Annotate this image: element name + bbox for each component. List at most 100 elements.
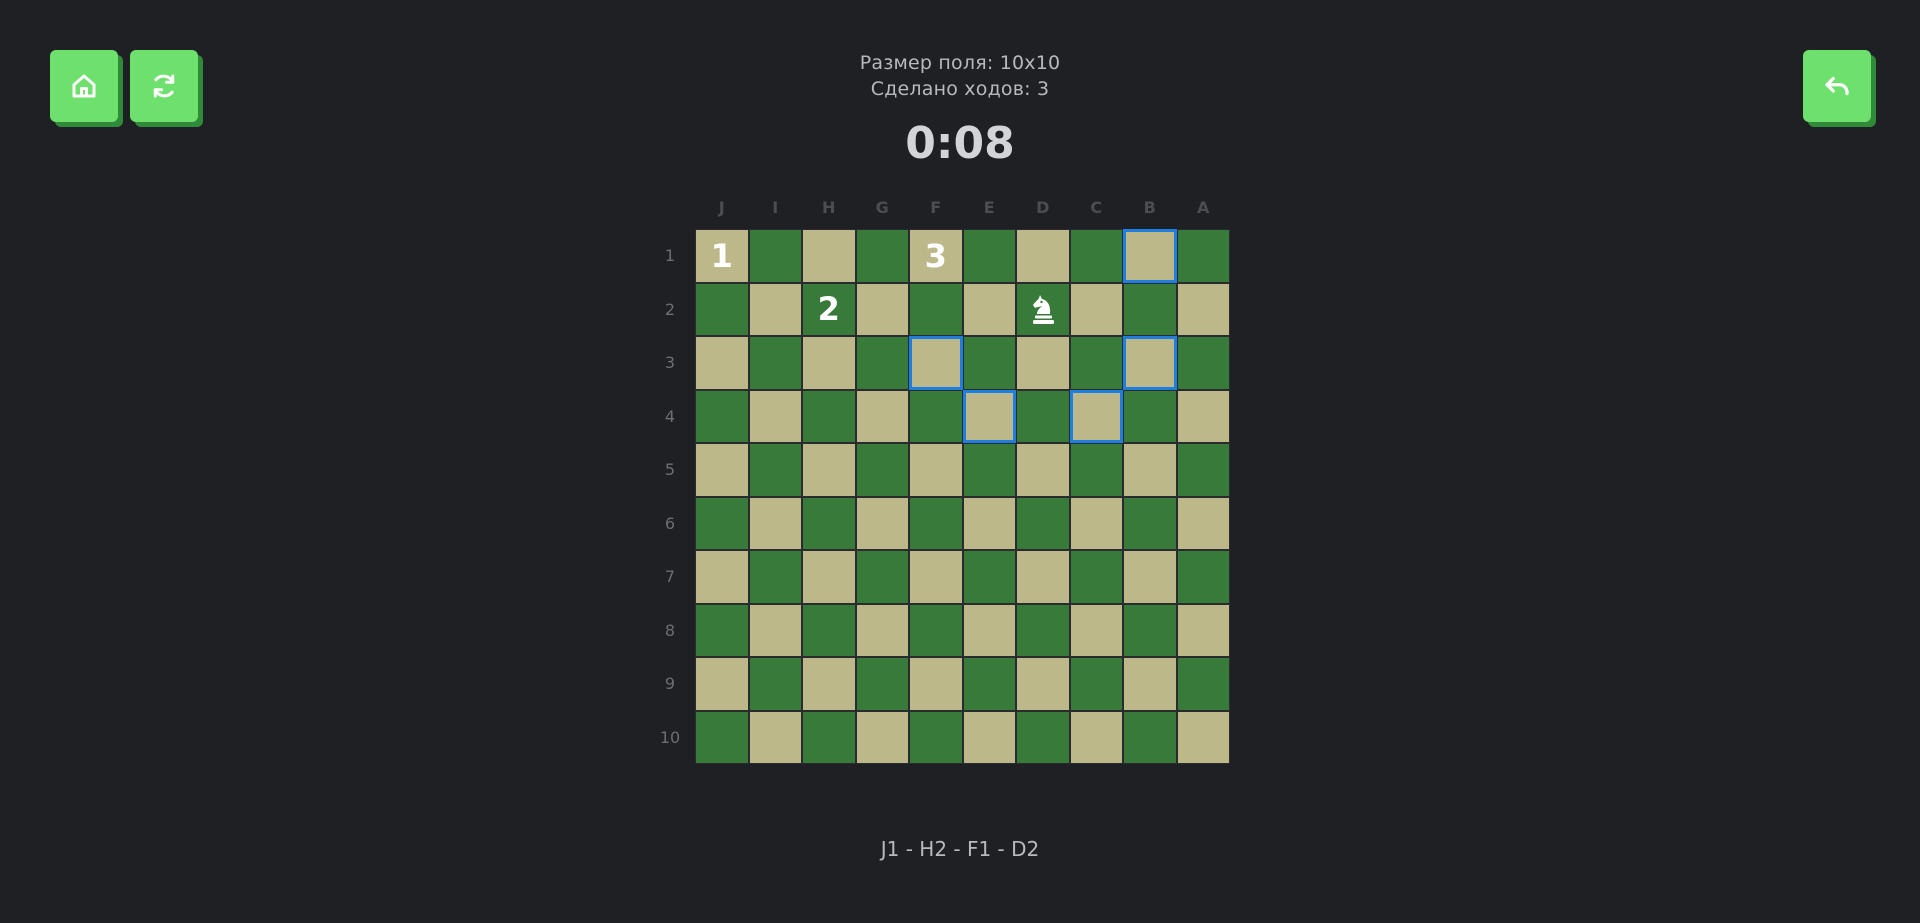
- board-cell-i8[interactable]: [748, 603, 802, 657]
- board-cell-g7[interactable]: [855, 550, 909, 604]
- board-cell-a3[interactable]: [1176, 336, 1230, 390]
- board-cell-f1[interactable]: 3: [909, 229, 963, 283]
- board-cell-a9[interactable]: [1176, 657, 1230, 711]
- board-cell-g1[interactable]: [855, 229, 909, 283]
- board-cell-j7[interactable]: [695, 550, 749, 604]
- board-cell-d1[interactable]: [1016, 229, 1070, 283]
- board-cell-b7[interactable]: [1123, 550, 1177, 604]
- board-cell-b9[interactable]: [1123, 657, 1177, 711]
- board-cell-c9[interactable]: [1069, 657, 1123, 711]
- board-cell-g2[interactable]: [855, 282, 909, 336]
- board-cell-d3[interactable]: [1016, 336, 1070, 390]
- board-cell-f3-available[interactable]: [909, 336, 963, 390]
- board-cell-d7[interactable]: [1016, 550, 1070, 604]
- board-cell-e5[interactable]: [962, 443, 1016, 497]
- board-cell-b8[interactable]: [1123, 603, 1177, 657]
- board-cell-d6[interactable]: [1016, 496, 1070, 550]
- board-cell-j3[interactable]: [695, 336, 749, 390]
- board-cell-h1[interactable]: [802, 229, 856, 283]
- board-cell-i3[interactable]: [748, 336, 802, 390]
- board-cell-g10[interactable]: [855, 710, 909, 764]
- board-cell-a1[interactable]: [1176, 229, 1230, 283]
- board-cell-c3[interactable]: [1069, 336, 1123, 390]
- board-cell-i7[interactable]: [748, 550, 802, 604]
- board-cell-a5[interactable]: [1176, 443, 1230, 497]
- board-cell-d10[interactable]: [1016, 710, 1070, 764]
- board-cell-b10[interactable]: [1123, 710, 1177, 764]
- board-cell-e10[interactable]: [962, 710, 1016, 764]
- board-cell-d8[interactable]: [1016, 603, 1070, 657]
- board-cell-j1[interactable]: 1: [695, 229, 749, 283]
- board-cell-c6[interactable]: [1069, 496, 1123, 550]
- board-cell-i5[interactable]: [748, 443, 802, 497]
- board-cell-i10[interactable]: [748, 710, 802, 764]
- board-cell-d4[interactable]: [1016, 389, 1070, 443]
- board-cell-e1[interactable]: [962, 229, 1016, 283]
- board-cell-h4[interactable]: [802, 389, 856, 443]
- board-cell-h6[interactable]: [802, 496, 856, 550]
- board-cell-e9[interactable]: [962, 657, 1016, 711]
- board-cell-b1-available[interactable]: [1123, 229, 1177, 283]
- board-cell-a4[interactable]: [1176, 389, 1230, 443]
- board-cell-e8[interactable]: [962, 603, 1016, 657]
- board-cell-h10[interactable]: [802, 710, 856, 764]
- board-cell-a6[interactable]: [1176, 496, 1230, 550]
- board-cell-h3[interactable]: [802, 336, 856, 390]
- board-cell-i9[interactable]: [748, 657, 802, 711]
- board-cell-g8[interactable]: [855, 603, 909, 657]
- board-cell-c10[interactable]: [1069, 710, 1123, 764]
- board-cell-b3-available[interactable]: [1123, 336, 1177, 390]
- board-cell-h7[interactable]: [802, 550, 856, 604]
- board-cell-e2[interactable]: [962, 282, 1016, 336]
- board-cell-i2[interactable]: [748, 282, 802, 336]
- board-cell-j8[interactable]: [695, 603, 749, 657]
- board-cell-i6[interactable]: [748, 496, 802, 550]
- board-cell-g9[interactable]: [855, 657, 909, 711]
- board-cell-a2[interactable]: [1176, 282, 1230, 336]
- board-cell-d5[interactable]: [1016, 443, 1070, 497]
- board-cell-a7[interactable]: [1176, 550, 1230, 604]
- board-cell-f2[interactable]: [909, 282, 963, 336]
- board-cell-g6[interactable]: [855, 496, 909, 550]
- board-cell-e3[interactable]: [962, 336, 1016, 390]
- board-cell-f9[interactable]: [909, 657, 963, 711]
- board-cell-e4-available[interactable]: [962, 389, 1016, 443]
- board-cell-f4[interactable]: [909, 389, 963, 443]
- board-cell-j10[interactable]: [695, 710, 749, 764]
- board-cell-h5[interactable]: [802, 443, 856, 497]
- board-cell-h8[interactable]: [802, 603, 856, 657]
- board-cell-e7[interactable]: [962, 550, 1016, 604]
- board-cell-b5[interactable]: [1123, 443, 1177, 497]
- board-cell-i1[interactable]: [748, 229, 802, 283]
- board-cell-j2[interactable]: [695, 282, 749, 336]
- board-cell-g4[interactable]: [855, 389, 909, 443]
- board-cell-g5[interactable]: [855, 443, 909, 497]
- board-cell-d2[interactable]: [1016, 282, 1070, 336]
- board-cell-i4[interactable]: [748, 389, 802, 443]
- board-cell-d9[interactable]: [1016, 657, 1070, 711]
- board-cell-f10[interactable]: [909, 710, 963, 764]
- board-cell-f8[interactable]: [909, 603, 963, 657]
- board-cell-c8[interactable]: [1069, 603, 1123, 657]
- board-cell-b6[interactable]: [1123, 496, 1177, 550]
- board-cell-j4[interactable]: [695, 389, 749, 443]
- board-cell-g3[interactable]: [855, 336, 909, 390]
- board-cell-h9[interactable]: [802, 657, 856, 711]
- board-cell-c2[interactable]: [1069, 282, 1123, 336]
- board-cell-c1[interactable]: [1069, 229, 1123, 283]
- board-cell-a8[interactable]: [1176, 603, 1230, 657]
- board-cell-j6[interactable]: [695, 496, 749, 550]
- board-cell-e6[interactable]: [962, 496, 1016, 550]
- board-cell-j5[interactable]: [695, 443, 749, 497]
- board-cell-c7[interactable]: [1069, 550, 1123, 604]
- board-cell-c5[interactable]: [1069, 443, 1123, 497]
- board-cell-b2[interactable]: [1123, 282, 1177, 336]
- board-cell-j9[interactable]: [695, 657, 749, 711]
- board-cell-f7[interactable]: [909, 550, 963, 604]
- board-cell-a10[interactable]: [1176, 710, 1230, 764]
- board-cell-c4-available[interactable]: [1069, 389, 1123, 443]
- board-cell-h2[interactable]: 2: [802, 282, 856, 336]
- board-cell-f5[interactable]: [909, 443, 963, 497]
- board-cell-f6[interactable]: [909, 496, 963, 550]
- board-cell-b4[interactable]: [1123, 389, 1177, 443]
